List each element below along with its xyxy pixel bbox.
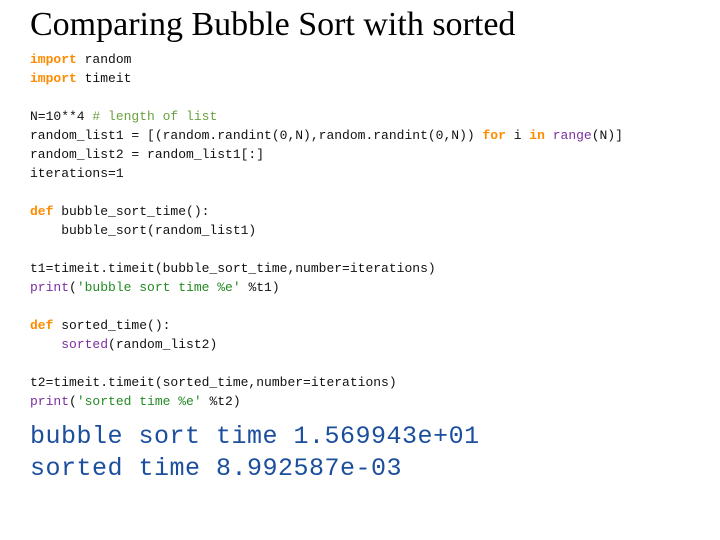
fn-sorted-time: sorted_time <box>53 318 147 333</box>
for-var: i <box>506 128 529 143</box>
output-line-2: sorted time 8.992587e-03 <box>30 454 402 483</box>
output-block: bubble sort time 1.569943e+01 sorted tim… <box>30 421 700 485</box>
indent-2 <box>30 337 61 352</box>
kw-import-2: import <box>30 71 77 86</box>
assign-list1: random_list1 = [(random.randint(0,N),ran… <box>30 128 482 143</box>
kw-in: in <box>529 128 545 143</box>
assign-iter: iterations=1 <box>30 166 124 181</box>
slide-title: Comparing Bubble Sort with sorted <box>30 6 700 44</box>
call-bubble-sort: bubble_sort(random_list1) <box>30 223 256 238</box>
builtin-sorted: sorted <box>61 337 108 352</box>
fn-tail-2: (): <box>147 318 170 333</box>
print-tail-1: %t1) <box>241 280 280 295</box>
print-open-1: ( <box>69 280 77 295</box>
output-line-1: bubble sort time 1.569943e+01 <box>30 422 480 451</box>
assign-list2: random_list2 = random_list1[:] <box>30 147 264 162</box>
mod-random: random <box>85 52 132 67</box>
kw-def-1: def <box>30 204 53 219</box>
assign-t1: t1=timeit.timeit(bubble_sort_time,number… <box>30 261 436 276</box>
code-block: import random import timeit N=10**4 # le… <box>30 50 700 411</box>
print-tail-2: %t2) <box>202 394 241 409</box>
assign-n: N=10**4 <box>30 109 92 124</box>
assign-t2: t2=timeit.timeit(sorted_time,number=iter… <box>30 375 397 390</box>
kw-import-1: import <box>30 52 77 67</box>
builtin-print-1: print <box>30 280 69 295</box>
fn-tail-1: (): <box>186 204 209 219</box>
mod-timeit: timeit <box>85 71 132 86</box>
str-sorted: 'sorted time %e' <box>77 394 202 409</box>
print-open-2: ( <box>69 394 77 409</box>
fn-bubble-time: bubble_sort_time <box>53 204 186 219</box>
slide: Comparing Bubble Sort with sorted import… <box>0 0 720 495</box>
comment-length: # length of list <box>92 109 217 124</box>
kw-for: for <box>482 128 505 143</box>
builtin-range: range <box>553 128 592 143</box>
str-bubble: 'bubble sort time %e' <box>77 280 241 295</box>
sorted-tail: (random_list2) <box>108 337 217 352</box>
range-tail: (N)] <box>592 128 623 143</box>
builtin-print-2: print <box>30 394 69 409</box>
kw-def-2: def <box>30 318 53 333</box>
sp <box>545 128 553 143</box>
